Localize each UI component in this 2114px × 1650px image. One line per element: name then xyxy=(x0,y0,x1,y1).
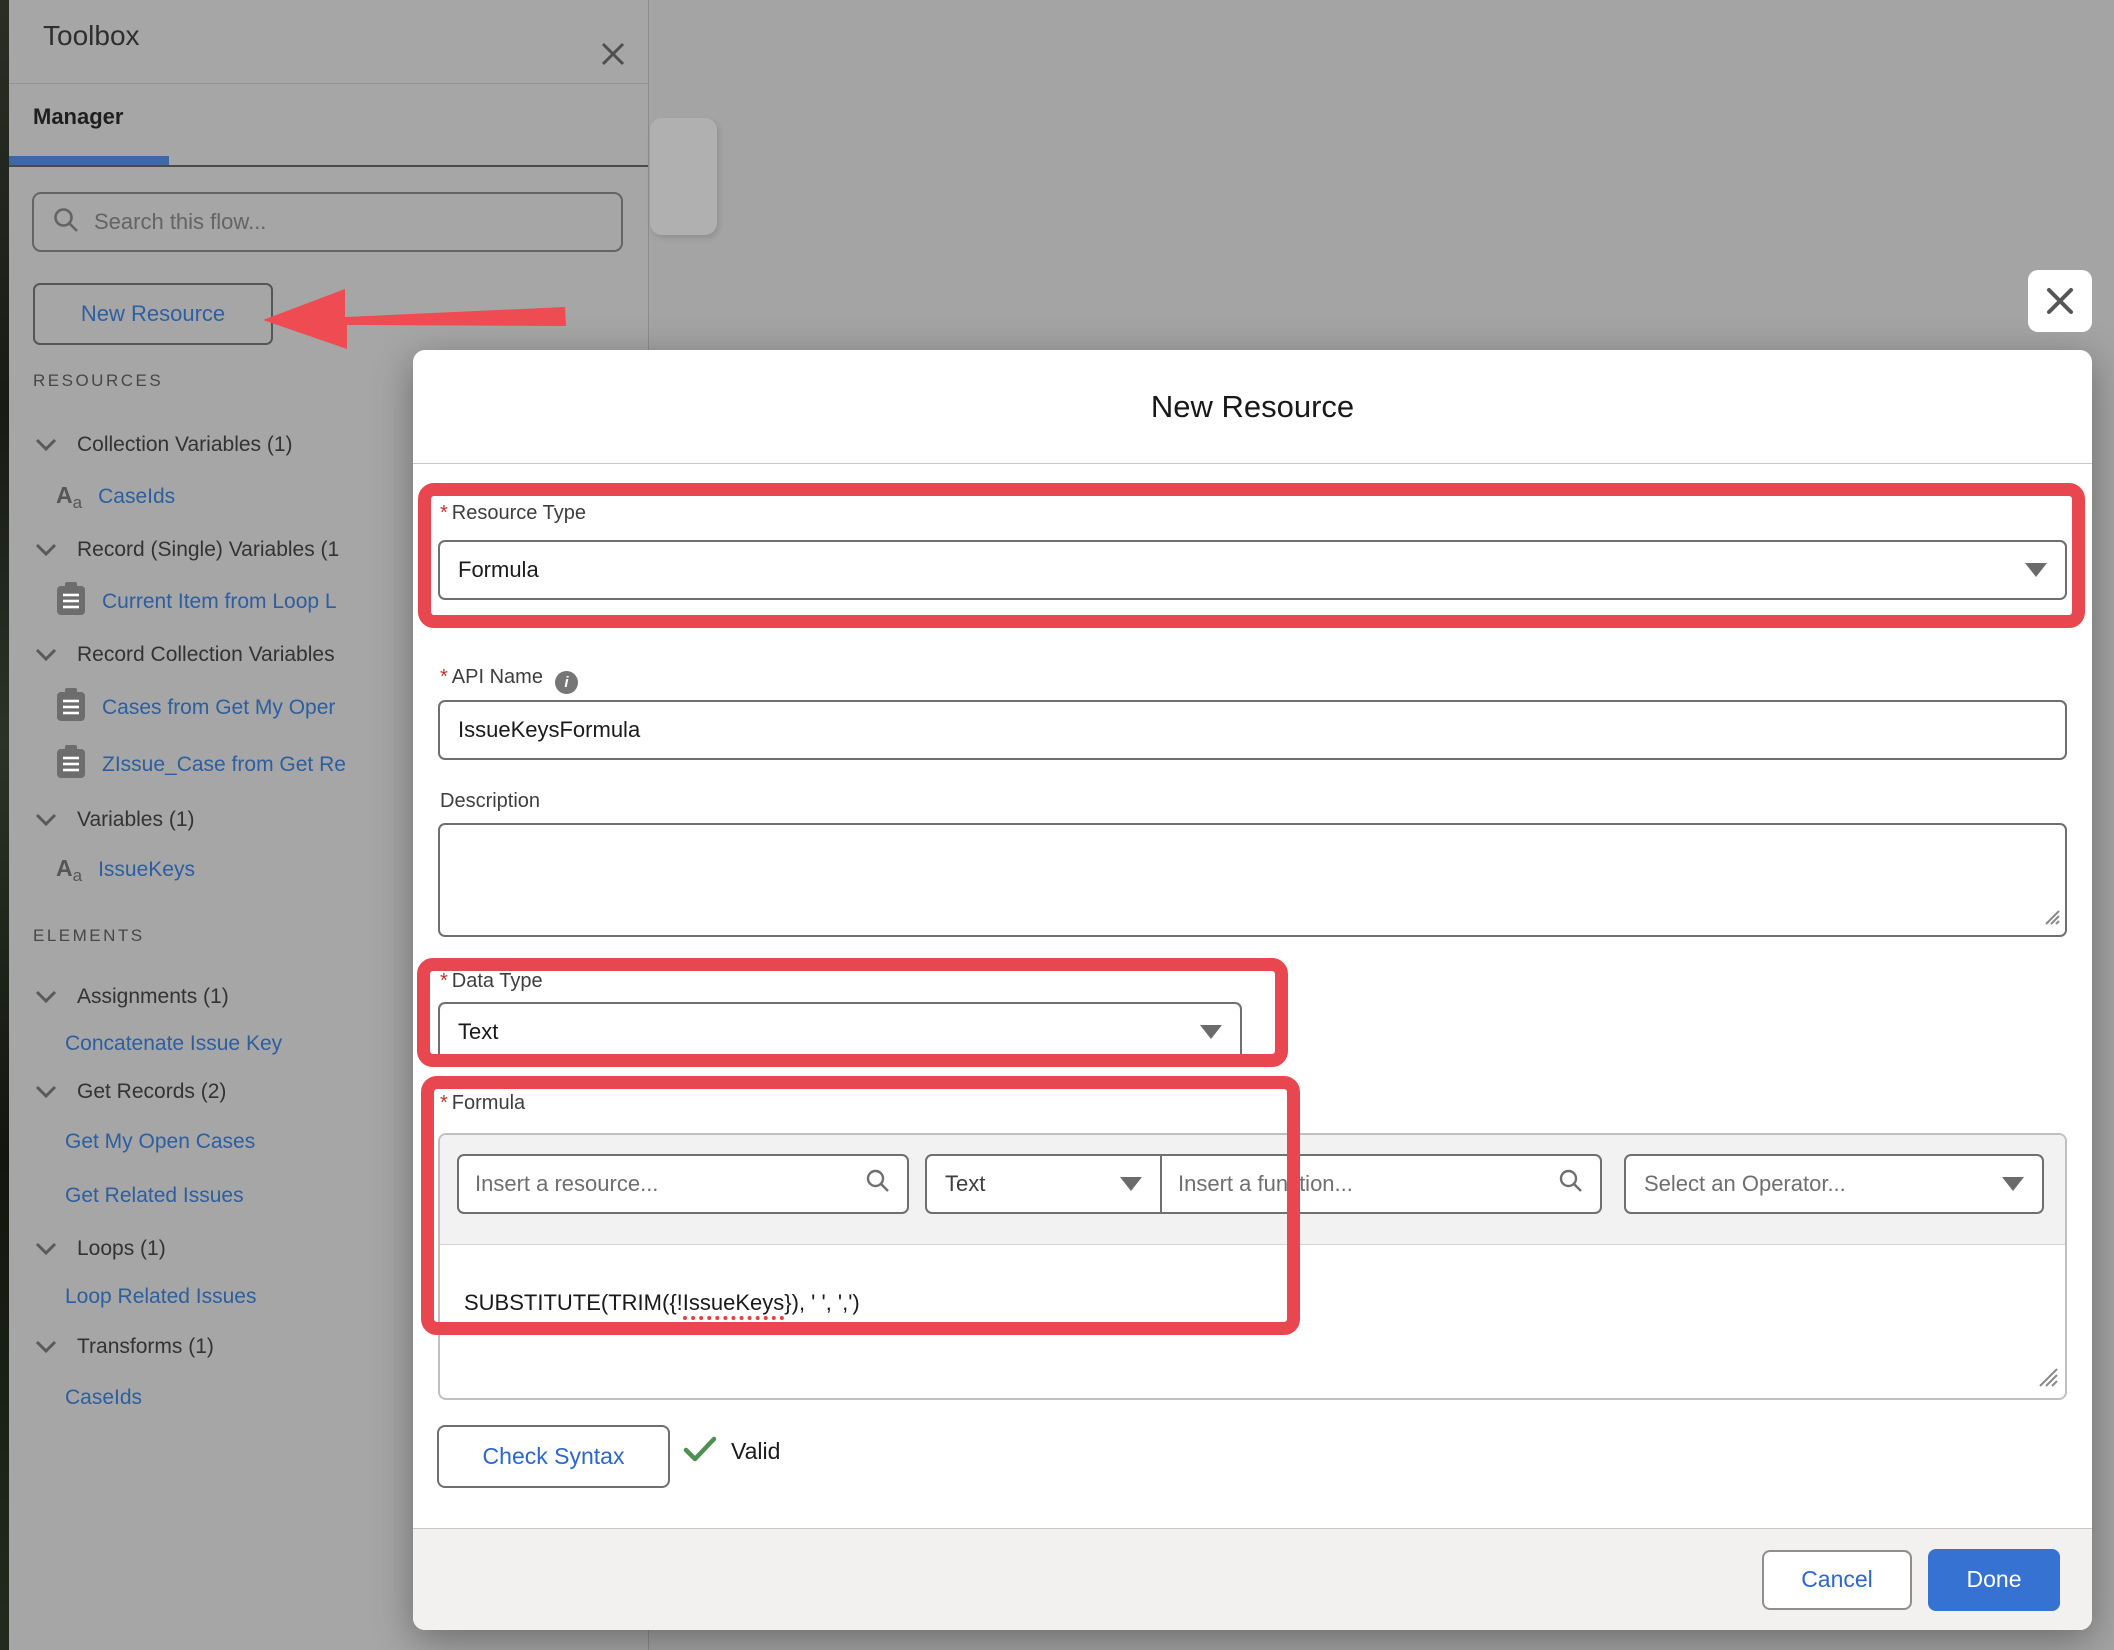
chevron-down-icon xyxy=(35,808,57,832)
syntax-status: Valid xyxy=(683,1435,780,1468)
chevron-down-icon xyxy=(35,433,57,457)
modal-footer: Cancel Done xyxy=(413,1528,2092,1630)
chevron-down-icon xyxy=(35,985,57,1009)
info-icon[interactable]: i xyxy=(555,671,578,694)
required-asterisk: * xyxy=(440,1092,448,1114)
resource-type-label: *Resource Type xyxy=(440,502,586,525)
toolbox-title: Toolbox xyxy=(43,20,140,52)
chevron-down-icon xyxy=(1200,1025,1222,1039)
resize-handle[interactable] xyxy=(2040,905,2060,930)
cancel-button[interactable]: Cancel xyxy=(1762,1550,1912,1610)
search-icon xyxy=(1558,1168,1584,1200)
tab-manager[interactable]: Manager xyxy=(33,104,123,130)
modal-title: New Resource xyxy=(1151,389,1354,425)
valid-status-text: Valid xyxy=(731,1438,780,1465)
done-button[interactable]: Done xyxy=(1928,1549,2060,1611)
formula-editor: Insert a resource... Text Insert a funct… xyxy=(438,1133,2067,1400)
function-category-select[interactable]: Text xyxy=(927,1156,1162,1212)
search-icon xyxy=(865,1168,891,1200)
toolbox-close-icon[interactable] xyxy=(591,32,635,76)
divider xyxy=(9,165,648,167)
elements-heading: ELEMENTS xyxy=(33,926,145,946)
background-edge xyxy=(0,0,9,1650)
record-variable-icon xyxy=(56,688,86,728)
insert-function-input[interactable]: Insert a function... xyxy=(1162,1156,1600,1212)
resources-heading: RESOURCES xyxy=(33,371,163,391)
new-resource-modal: New Resource *Resource Type Formula *API… xyxy=(413,350,2092,1630)
chevron-down-icon xyxy=(2025,563,2047,577)
search-icon xyxy=(52,206,80,239)
chevron-down-icon xyxy=(2002,1177,2024,1191)
formula-text[interactable]: SUBSTITUTE(TRIM({!IssueKeys}), ' ', ',') xyxy=(464,1290,860,1316)
flow-builder-screen: Toolbox Manager Search this flow... New … xyxy=(0,0,2114,1650)
function-picker: Text Insert a function... xyxy=(925,1154,1602,1214)
insert-resource-input[interactable]: Insert a resource... xyxy=(457,1154,909,1214)
modal-header: New Resource xyxy=(413,350,2092,464)
tab-active-underline xyxy=(9,156,169,165)
spellcheck-flagged-token: IssueKeys xyxy=(683,1290,785,1320)
search-input[interactable]: Search this flow... xyxy=(32,192,623,252)
check-syntax-button[interactable]: Check Syntax xyxy=(437,1425,670,1488)
check-icon xyxy=(683,1435,717,1468)
api-name-label: *API Namei xyxy=(440,666,578,694)
record-variable-icon xyxy=(56,745,86,785)
chevron-down-icon xyxy=(35,538,57,562)
search-placeholder: Search this flow... xyxy=(94,209,266,235)
chevron-down-icon xyxy=(35,1237,57,1261)
modal-close-button[interactable] xyxy=(2028,270,2092,332)
description-textarea[interactable] xyxy=(438,823,2067,937)
new-resource-button[interactable]: New Resource xyxy=(33,283,273,345)
data-type-select[interactable]: Text xyxy=(438,1002,1242,1062)
required-asterisk: * xyxy=(440,666,448,688)
required-asterisk: * xyxy=(440,970,448,992)
required-asterisk: * xyxy=(440,502,448,524)
chevron-down-icon xyxy=(35,1335,57,1359)
description-label: Description xyxy=(440,790,540,813)
api-name-input[interactable]: IssueKeysFormula xyxy=(438,700,2067,760)
text-variable-icon: Aa xyxy=(56,482,82,513)
formula-label: *Formula xyxy=(440,1092,525,1115)
resize-handle[interactable] xyxy=(2034,1363,2058,1392)
data-type-label: *Data Type xyxy=(440,970,543,993)
divider xyxy=(9,83,648,84)
chevron-down-icon xyxy=(35,643,57,667)
resource-type-select[interactable]: Formula xyxy=(438,540,2067,600)
flow-canvas-node xyxy=(650,118,717,235)
text-variable-icon: Aa xyxy=(56,855,82,886)
operator-select[interactable]: Select an Operator... xyxy=(1624,1154,2044,1214)
record-variable-icon xyxy=(56,582,86,622)
chevron-down-icon xyxy=(1120,1177,1142,1191)
chevron-down-icon xyxy=(35,1080,57,1104)
